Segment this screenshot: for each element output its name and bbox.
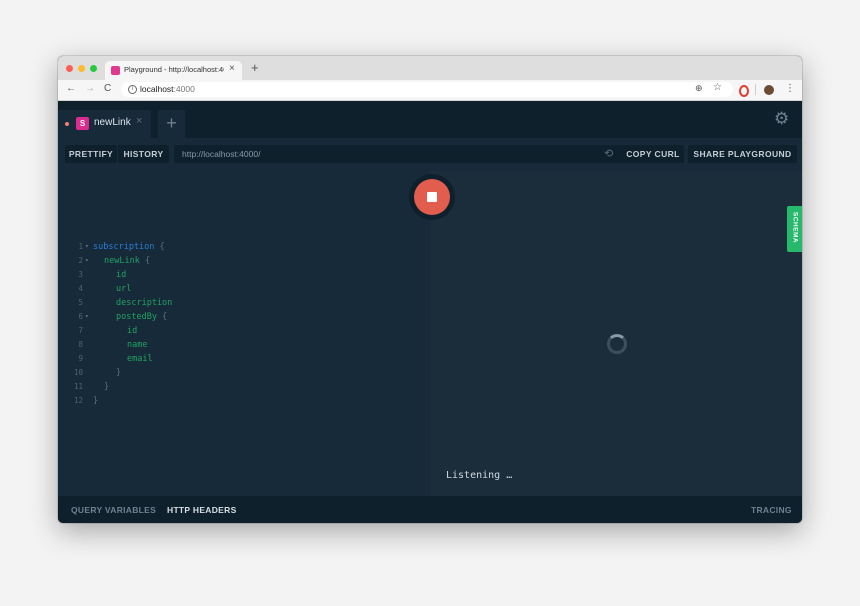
brace-token: { — [154, 242, 165, 252]
query-variables-tab[interactable]: QUERY VARIABLES — [71, 505, 156, 515]
fold-arrow-icon[interactable]: ▾ — [85, 254, 89, 268]
line-number: 10 — [73, 368, 83, 377]
add-playground-tab-button[interactable]: + — [158, 110, 185, 138]
browser-tab-strip: Playground - http://localhost:4000/ × + — [58, 56, 802, 80]
bookmark-star-icon[interactable]: ☆ — [713, 82, 722, 93]
zoom-icon[interactable]: ⊕ — [695, 83, 703, 94]
back-arrow-icon[interactable]: ← — [66, 83, 76, 94]
extension-icon[interactable] — [739, 85, 749, 97]
field-token: name — [127, 340, 148, 350]
line-number: 9 — [78, 354, 83, 363]
keyword-token: subscription — [93, 242, 155, 252]
playground-tab-newlink[interactable]: S newLink × — [58, 110, 151, 138]
field-token: postedBy — [116, 312, 157, 322]
line-number: 2 — [78, 256, 83, 265]
brace-token: { — [139, 256, 151, 266]
http-headers-tab[interactable]: HTTP HEADERS — [167, 505, 237, 515]
line-number: 1 — [78, 242, 83, 251]
code-line: 12 } — [58, 394, 430, 408]
code-line: 2 ▾ newLink { — [58, 254, 430, 268]
subscription-status: Listening … — [446, 470, 513, 481]
fold-arrow-icon[interactable]: ▾ — [85, 310, 89, 324]
code-line: 5 description — [58, 296, 430, 310]
field-token: id — [116, 270, 127, 280]
playground-tab-bar: S newLink × + ⚙ — [58, 101, 802, 138]
fold-arrow-icon[interactable]: ▾ — [85, 240, 89, 254]
brace-token: { — [156, 312, 168, 322]
browser-window: Playground - http://localhost:4000/ × + … — [58, 56, 802, 523]
schema-tab-label: SCHEMA — [791, 211, 799, 244]
browser-menu-icon[interactable]: ⋮ — [785, 83, 795, 94]
field-token: id — [127, 326, 138, 336]
code-line: 3 id — [58, 268, 430, 282]
subscription-badge: S — [76, 117, 89, 130]
endpoint-url: http://localhost:4000/ — [182, 149, 261, 159]
loading-spinner-icon — [607, 334, 627, 354]
unsaved-indicator-dot — [65, 122, 69, 126]
prettify-button[interactable]: PRETTIFY — [65, 145, 117, 163]
line-number: 4 — [78, 284, 83, 293]
browser-tab-title: Playground - http://localhost:4000/ — [124, 65, 224, 74]
close-tab-icon[interactable]: × — [229, 63, 235, 74]
field-token: newLink — [104, 256, 140, 266]
maximize-window-button[interactable] — [90, 65, 97, 72]
line-number: 5 — [78, 298, 83, 307]
query-editor[interactable]: 1 ▾ subscription { 2 ▾ newLink { 3 id 4 … — [58, 171, 430, 496]
code-line: 7 id — [58, 324, 430, 338]
code-line: 1 ▾ subscription { — [58, 240, 430, 254]
close-playground-tab-icon[interactable]: × — [136, 115, 142, 127]
code-line: 8 name — [58, 338, 430, 352]
line-number: 8 — [78, 340, 83, 349]
reload-schema-icon[interactable]: ⟲ — [604, 147, 613, 160]
playground-toolbar: PRETTIFY HISTORY http://localhost:4000/ … — [58, 138, 802, 171]
browser-tab[interactable]: Playground - http://localhost:4000/ × — [105, 61, 242, 80]
new-tab-button[interactable]: + — [251, 60, 259, 75]
profile-avatar[interactable] — [764, 85, 774, 95]
stop-button-face[interactable] — [414, 179, 450, 215]
result-panel: Listening … — [431, 171, 802, 496]
code-line: 4 url — [58, 282, 430, 296]
playground-favicon-icon — [111, 66, 120, 75]
bottom-bar: QUERY VARIABLES HTTP HEADERS TRACING — [58, 496, 802, 523]
code-line: 11 } — [58, 380, 430, 394]
stop-icon — [427, 192, 437, 202]
url-port: :4000 — [173, 84, 195, 94]
schema-tab[interactable]: SCHEMA — [787, 206, 802, 252]
line-number: 11 — [73, 382, 83, 391]
site-info-icon[interactable]: i — [128, 85, 137, 94]
browser-toolbar: ← → C i localhost:4000 ⊕ ☆ ⋮ — [58, 80, 802, 101]
close-window-button[interactable] — [66, 65, 73, 72]
brace-token: } — [116, 368, 122, 378]
line-number: 7 — [78, 326, 83, 335]
history-button[interactable]: HISTORY — [118, 145, 169, 163]
field-token: email — [127, 354, 153, 364]
tracing-tab[interactable]: TRACING — [751, 505, 792, 515]
minimize-window-button[interactable] — [78, 65, 85, 72]
address-bar-url: localhost:4000 — [140, 84, 195, 94]
brace-token: } — [93, 396, 99, 406]
stop-subscription-button[interactable] — [409, 174, 455, 220]
reload-icon[interactable]: C — [104, 83, 111, 94]
toolbar-divider — [755, 84, 756, 95]
code-line: 6 ▾ postedBy { — [58, 310, 430, 324]
line-number: 6 — [78, 312, 83, 321]
settings-gear-icon[interactable]: ⚙ — [774, 109, 789, 129]
field-token: description — [116, 298, 173, 308]
playground-tab-label: newLink — [94, 117, 131, 128]
line-number: 12 — [73, 396, 83, 405]
brace-token: } — [104, 382, 110, 392]
copy-curl-button[interactable]: COPY CURL — [622, 145, 684, 163]
url-host: localhost — [140, 84, 174, 94]
code-line: 10 } — [58, 366, 430, 380]
address-bar[interactable]: i localhost:4000 — [121, 82, 733, 97]
forward-arrow-icon[interactable]: → — [85, 83, 95, 94]
endpoint-input[interactable]: http://localhost:4000/ ⟲ — [174, 145, 624, 163]
field-token: url — [116, 284, 132, 294]
code-line: 9 email — [58, 352, 430, 366]
line-number: 3 — [78, 270, 83, 279]
share-playground-button[interactable]: SHARE PLAYGROUND — [688, 145, 797, 163]
